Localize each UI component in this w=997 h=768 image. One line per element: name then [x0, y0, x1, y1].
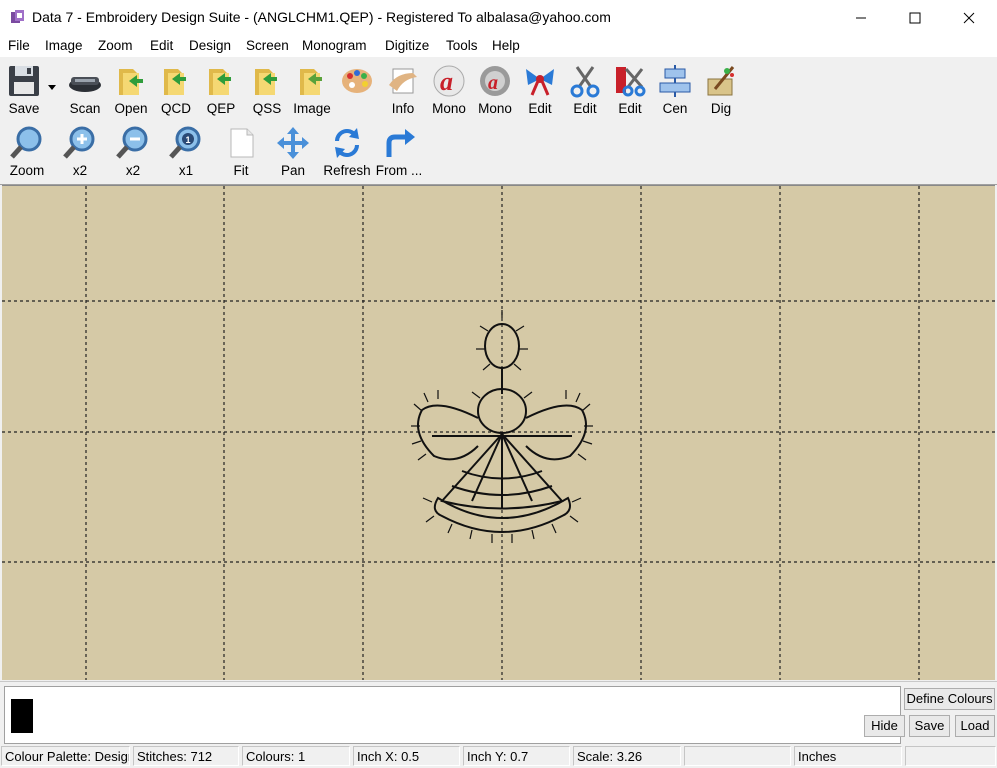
dig-button[interactable]: Dig [698, 57, 744, 117]
menu-monogram[interactable]: Monogram [302, 38, 367, 53]
refresh-button[interactable]: Refresh [323, 119, 371, 179]
status-stitches: Stitches: 712 [133, 746, 239, 766]
zoom-label: Zoom [9, 163, 45, 178]
zoom-actual-label: x1 [178, 163, 194, 178]
toolbar: Save Scan Open QCD QEP QSS Image Info a … [0, 57, 997, 185]
bow-edit-icon [526, 69, 554, 96]
image-label: Image [293, 101, 331, 116]
status-colours: Colours: 1 [242, 746, 350, 766]
zoom-in-button[interactable]: x2 [57, 119, 103, 179]
close-button[interactable] [946, 0, 992, 35]
menu-edit[interactable]: Edit [150, 38, 173, 53]
zoom-actual-icon: 1 [169, 126, 201, 159]
menu-help[interactable]: Help [492, 38, 520, 53]
design-canvas[interactable] [2, 185, 995, 680]
minimize-icon [856, 17, 866, 18]
svg-text:a: a [488, 72, 498, 94]
colour-swatch-area [4, 686, 901, 744]
zoom-out-label: x2 [125, 163, 141, 178]
svg-text:a: a [440, 67, 453, 96]
palette-load-button[interactable]: Load [955, 715, 995, 737]
folder-green-arrow-icon [255, 69, 277, 95]
page-fit-icon [230, 128, 254, 158]
pan-label: Pan [280, 163, 306, 178]
maximize-icon [909, 12, 921, 23]
folder-green-arrow-icon [164, 69, 186, 95]
menu-tools[interactable]: Tools [446, 38, 478, 53]
status-spare [905, 746, 996, 766]
pan-arrows-icon [277, 127, 309, 159]
maximize-button[interactable] [892, 0, 938, 35]
from-label: From ... [375, 163, 423, 178]
status-bar: Colour Palette: Design Stitches: 712 Col… [0, 745, 997, 768]
dig-label: Dig [710, 101, 732, 116]
close-icon [963, 12, 975, 23]
magnifier-icon [10, 126, 42, 159]
status-inch-y: Inch Y: 0.7 [463, 746, 570, 766]
fit-label: Fit [233, 163, 249, 178]
image-button[interactable]: Image [289, 57, 335, 117]
pan-button[interactable]: Pan [270, 119, 316, 179]
define-colours-button[interactable]: Define Colours [904, 688, 995, 710]
refresh-icon [335, 128, 359, 158]
center-icon [659, 65, 691, 97]
floppy-disk-icon [9, 66, 39, 96]
status-units: Inches [794, 746, 902, 766]
folder-open-icon [119, 69, 143, 95]
palette-icon [342, 69, 372, 93]
zoom-out-button[interactable]: x2 [110, 119, 156, 179]
scissors-red-icon [616, 67, 646, 97]
zoom-button[interactable]: Zoom [4, 119, 50, 179]
hide-button[interactable]: Hide [864, 715, 905, 737]
app-icon [11, 10, 24, 23]
menu-design[interactable]: Design [189, 38, 231, 53]
menu-bar: File Image Zoom Edit Design Screen Monog… [0, 35, 997, 57]
zoom-in-label: x2 [72, 163, 88, 178]
save-button[interactable]: Save [1, 57, 47, 117]
info-hand-icon [389, 68, 417, 94]
status-empty [684, 746, 791, 766]
grid-and-design [2, 186, 995, 680]
fit-button[interactable]: Fit [218, 119, 264, 179]
zoom-in-icon [63, 126, 95, 159]
scanner-icon [69, 77, 101, 92]
menu-digitize[interactable]: Digitize [385, 38, 429, 53]
status-inch-x: Inch X: 0.5 [353, 746, 460, 766]
palette-save-button[interactable]: Save [909, 715, 950, 737]
redirect-arrow-icon [386, 129, 415, 157]
colour-swatch[interactable] [11, 699, 33, 733]
scissors-icon [570, 66, 600, 98]
colour-palette-panel: Define Colours Hide Save Load [0, 681, 997, 745]
from-button[interactable]: From ... [376, 119, 422, 179]
status-scale: Scale: 3.26 [573, 746, 681, 766]
svg-text:1: 1 [186, 135, 191, 145]
status-colour-palette: Colour Palette: Design [1, 746, 130, 766]
refresh-label: Refresh [323, 163, 371, 178]
menu-zoom[interactable]: Zoom [98, 38, 133, 53]
menu-image[interactable]: Image [45, 38, 83, 53]
folder-green-arrow-icon [209, 69, 231, 95]
window-title: Data 7 - Embroidery Design Suite - (ANGL… [32, 9, 611, 25]
monogram-a-icon: a [433, 65, 465, 97]
folder-image-icon [300, 69, 322, 95]
menu-file[interactable]: File [8, 38, 30, 53]
zoom-out-icon [116, 126, 148, 159]
digitize-brush-icon [707, 66, 735, 96]
chevron-down-icon [48, 85, 56, 90]
title-bar: Data 7 - Embroidery Design Suite - (ANGL… [0, 0, 997, 35]
monogram-gear-icon: a [480, 66, 510, 96]
zoom-actual-button[interactable]: 1 x1 [163, 119, 209, 179]
minimize-button[interactable] [838, 0, 884, 35]
menu-screen[interactable]: Screen [246, 38, 289, 53]
